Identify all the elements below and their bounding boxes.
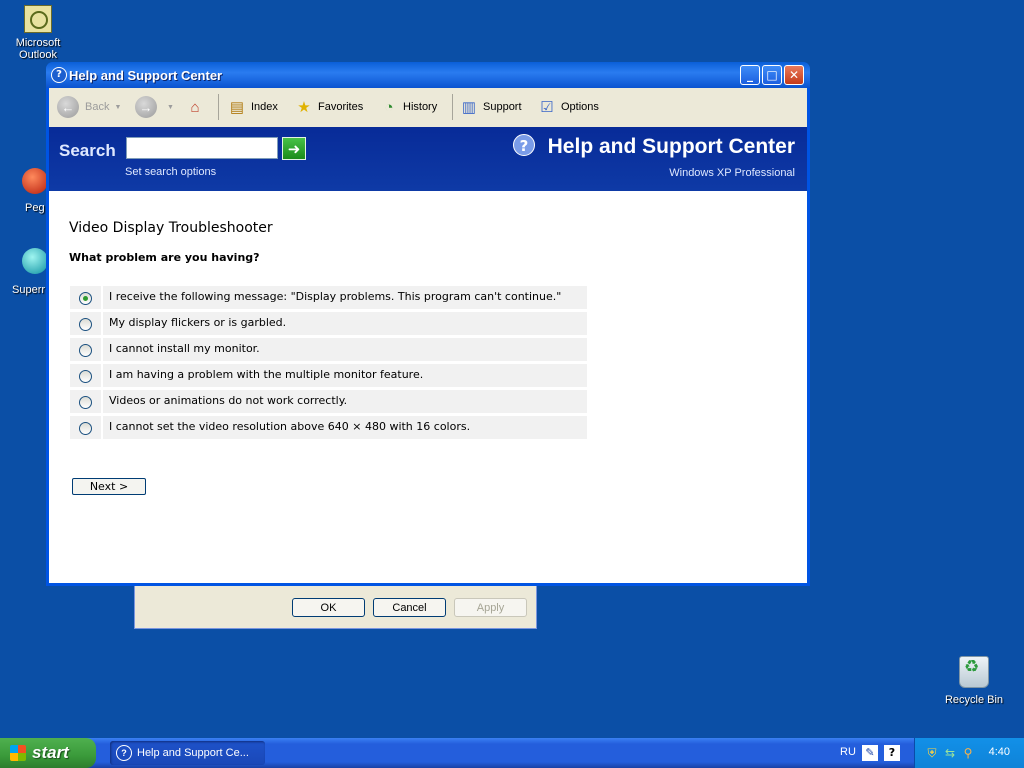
help-icon: ? xyxy=(51,67,67,83)
radio-cell xyxy=(70,312,101,335)
option-row[interactable]: I cannot set the video resolution above … xyxy=(70,416,587,439)
radio-button[interactable] xyxy=(79,292,92,305)
forward-arrow-icon: → xyxy=(135,96,157,118)
options-button[interactable]: ☑ Options xyxy=(537,96,599,118)
history-label: History xyxy=(403,101,438,113)
brand-subtitle: Windows XP Professional xyxy=(669,167,795,179)
input-method-icon[interactable]: ✎ xyxy=(862,745,878,761)
outlook-icon xyxy=(24,5,52,33)
radio-cell xyxy=(70,390,101,413)
favorites-button[interactable]: ★ Favorites xyxy=(294,96,363,118)
radio-cell xyxy=(70,338,101,361)
support-icon: ▥ xyxy=(461,99,477,116)
options-list: I receive the following message: "Displa… xyxy=(70,286,587,442)
option-label[interactable]: I receive the following message: "Displa… xyxy=(103,286,587,309)
radio-cell xyxy=(70,364,101,387)
help-support-window: ? Help and Support Center _ □ ✕ ← Back ▼… xyxy=(46,62,810,586)
next-button[interactable]: Next > xyxy=(72,478,146,495)
content-pane: Video Display Troubleshooter What proble… xyxy=(49,191,807,583)
option-row[interactable]: I receive the following message: "Displa… xyxy=(70,286,587,309)
index-label: Index xyxy=(251,101,278,113)
option-row[interactable]: I cannot install my monitor. xyxy=(70,338,587,361)
taskbar-button-help-support[interactable]: ? Help and Support Ce... xyxy=(110,741,265,765)
recycle-bin-icon xyxy=(959,656,989,688)
windows-logo-icon xyxy=(10,745,26,761)
search-input[interactable] xyxy=(126,137,278,159)
support-label: Support xyxy=(483,101,522,113)
home-button[interactable]: ⌂ xyxy=(185,96,209,118)
forward-button[interactable]: → ▼ xyxy=(135,96,174,118)
toolbar-divider xyxy=(218,94,219,120)
system-tray: ⛨ ⇆ ⚲ 4:40 xyxy=(914,738,1024,768)
security-shield-icon[interactable]: ⛨ xyxy=(925,746,939,760)
super-icon xyxy=(22,248,48,274)
close-button[interactable]: ✕ xyxy=(784,65,804,85)
search-header: Search ➜ Set search options ? Help and S… xyxy=(49,127,807,191)
window-title: Help and Support Center xyxy=(69,68,223,83)
start-button[interactable]: start xyxy=(0,738,96,768)
home-icon: ⌂ xyxy=(190,98,200,116)
set-search-options-link[interactable]: Set search options xyxy=(125,166,216,178)
radio-button[interactable] xyxy=(79,370,92,383)
radio-button[interactable] xyxy=(79,396,92,409)
desktop-icon-label: Microsoft Outlook xyxy=(15,37,61,61)
support-button[interactable]: ▥ Support xyxy=(459,96,522,118)
index-button[interactable]: ▤ Index xyxy=(227,96,278,118)
back-label: Back xyxy=(85,101,110,113)
help-icon: ? xyxy=(116,745,132,761)
chevron-down-icon: ▼ xyxy=(167,103,174,111)
back-arrow-icon: ← xyxy=(57,96,79,118)
minimize-button[interactable]: _ xyxy=(740,65,760,85)
option-label[interactable]: I cannot set the video resolution above … xyxy=(103,416,587,439)
history-icon: ◔ xyxy=(384,98,394,116)
apply-button: Apply xyxy=(454,598,527,617)
star-icon: ★ xyxy=(297,99,311,116)
chevron-down-icon: ▼ xyxy=(114,103,122,111)
background-dialog: OK Cancel Apply xyxy=(134,585,537,629)
option-row[interactable]: My display flickers or is garbled. xyxy=(70,312,587,335)
option-label[interactable]: I cannot install my monitor. xyxy=(103,338,587,361)
page-title: Video Display Troubleshooter xyxy=(69,220,273,236)
options-label: Options xyxy=(561,101,599,113)
history-button[interactable]: ◔ History xyxy=(379,96,437,118)
start-label: start xyxy=(32,743,69,762)
network-icon[interactable]: ⇆ xyxy=(943,746,957,760)
option-label[interactable]: My display flickers or is garbled. xyxy=(103,312,587,335)
option-label[interactable]: Videos or animations do not work correct… xyxy=(103,390,587,413)
favorites-label: Favorites xyxy=(318,101,364,113)
taskbar: start ? Help and Support Ce... RU ✎ ? ⛨ … xyxy=(0,738,1024,768)
desktop-icon-outlook[interactable]: Microsoft Outlook xyxy=(10,5,66,61)
radio-button[interactable] xyxy=(79,344,92,357)
ok-button[interactable]: OK xyxy=(292,598,365,617)
option-label[interactable]: I am having a problem with the multiple … xyxy=(103,364,587,387)
radio-cell xyxy=(70,286,101,309)
search-label: Search xyxy=(59,141,116,160)
option-row[interactable]: I am having a problem with the multiple … xyxy=(70,364,587,387)
desktop-icon-recycle-bin[interactable]: Recycle Bin xyxy=(944,656,1004,706)
clock: 4:40 xyxy=(988,746,1010,758)
help-icon[interactable]: ? xyxy=(884,745,900,761)
search-go-button[interactable]: ➜ xyxy=(282,137,306,160)
desktop-icon-label: Recycle Bin xyxy=(944,694,1004,706)
index-icon: ▤ xyxy=(229,99,245,116)
arrow-right-icon: ➜ xyxy=(287,139,301,158)
toolbar: ← Back ▼ → ▼ ⌂ ▤ Index ★ Favorites ◔ His… xyxy=(49,88,807,128)
options-icon: ☑ xyxy=(540,99,554,116)
maximize-button[interactable]: □ xyxy=(762,65,782,85)
radio-button[interactable] xyxy=(79,318,92,331)
option-row[interactable]: Videos or animations do not work correct… xyxy=(70,390,587,413)
radio-cell xyxy=(70,416,101,439)
help-icon: ? xyxy=(513,134,535,156)
question-text: What problem are you having? xyxy=(69,251,260,264)
back-button[interactable]: ← Back ▼ xyxy=(57,96,121,118)
brand-title: Help and Support Center xyxy=(547,135,795,158)
task-label: Help and Support Ce... xyxy=(137,747,249,759)
radio-button[interactable] xyxy=(79,422,92,435)
title-bar[interactable]: ? Help and Support Center _ □ ✕ xyxy=(46,62,810,88)
search-icon[interactable]: ⚲ xyxy=(961,746,975,760)
peg-icon xyxy=(22,168,48,194)
language-indicator[interactable]: RU xyxy=(840,746,856,758)
toolbar-divider xyxy=(452,94,453,120)
cancel-button[interactable]: Cancel xyxy=(373,598,446,617)
